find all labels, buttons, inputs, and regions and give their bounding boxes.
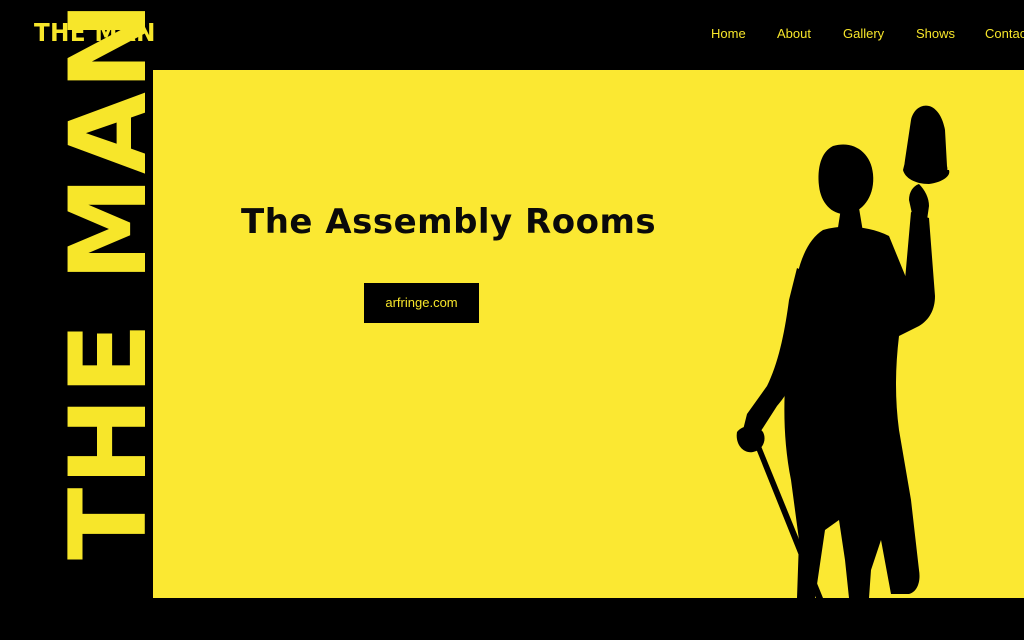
- bottom-band: [0, 598, 1024, 640]
- hero-title: The Assembly Rooms: [241, 202, 657, 242]
- nav-shows[interactable]: Shows: [916, 26, 955, 41]
- ticket-link-button[interactable]: arfringe.com: [364, 283, 479, 323]
- performer-silhouette-image: [736, 105, 950, 598]
- nav-home[interactable]: Home: [711, 26, 746, 41]
- nav-contact[interactable]: Contac: [985, 26, 1024, 41]
- hero-banner: The Assembly Rooms arfringe.com: [153, 70, 1024, 598]
- vertical-title: THE MAN: [47, 0, 170, 560]
- nav-gallery[interactable]: Gallery: [843, 26, 884, 41]
- nav-about[interactable]: About: [777, 26, 811, 41]
